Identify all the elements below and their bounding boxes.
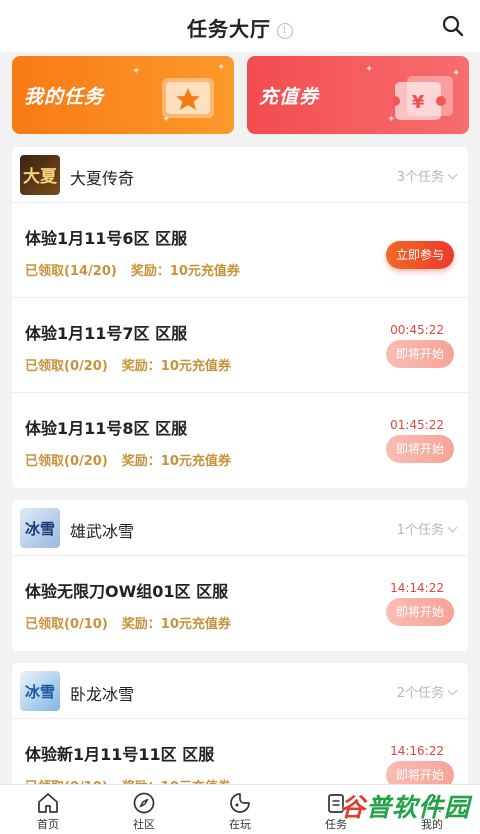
watermark-part2: 普软件园 xyxy=(365,793,470,822)
page-title-text: 任务大厅 xyxy=(187,17,271,41)
compass-icon xyxy=(133,792,155,814)
task-count-text: 2个任务 xyxy=(396,686,444,701)
task-name: 体验1月11号7区 区服 xyxy=(25,324,188,343)
game-name: 雄武冰雪 xyxy=(70,522,135,541)
task-count[interactable]: 2个任务 xyxy=(396,682,458,701)
claimed-count: 已领取(0/20) xyxy=(25,359,108,374)
game-logo: 大夏 xyxy=(20,155,60,195)
game-name: 卧龙冰雪 xyxy=(70,685,135,704)
site-watermark: 谷普软件园 xyxy=(340,788,470,824)
banner-row: ✦ ✦ ✦ 我的任务 ✦ ✦ ✦ 充值券 ¥ xyxy=(12,56,469,134)
countdown-timer: 14:16:22 xyxy=(390,744,444,758)
countdown-timer: 01:45:22 xyxy=(390,418,444,432)
task-meta: 已领取(0/10) 奖励：10元充值券 xyxy=(25,613,231,632)
task-name: 体验1月11号8区 区服 xyxy=(25,419,188,438)
coupon-banner[interactable]: ✦ ✦ ✦ 充值券 ¥ xyxy=(247,56,469,134)
task-count[interactable]: 3个任务 xyxy=(396,166,458,185)
task-meta: 已领取(0/20) 奖励：10元充值券 xyxy=(25,355,231,374)
task-reward: 奖励：10元充值券 xyxy=(121,359,231,374)
sparkle-icon: ✦ xyxy=(132,66,141,77)
task-name: 体验无限刀OW组01区 区服 xyxy=(25,582,229,601)
task-name: 体验新1月11号11区 区服 xyxy=(25,745,215,764)
task-meta: 已领取(0/20) 奖励：10元充值券 xyxy=(25,450,231,469)
task-item: 体验无限刀OW组01区 区服 已领取(0/10) 奖励：10元充值券 14:14:… xyxy=(12,556,468,651)
game-card: 大夏 大夏传奇 3个任务 体验1月11号6区 区服 已领取(14/20) 奖励：1… xyxy=(12,147,468,488)
svg-text:¥: ¥ xyxy=(412,92,425,113)
game-card-header[interactable]: 大夏 大夏传奇 3个任务 xyxy=(12,147,468,203)
game-logo-text: 冰雪 xyxy=(25,520,55,538)
claimed-count: 已领取(0/10) xyxy=(25,617,108,632)
game-card-header[interactable]: 冰雪 雄武冰雪 1个任务 xyxy=(12,500,468,556)
game-name: 大夏传奇 xyxy=(70,169,135,188)
game-logo-text: 大夏 xyxy=(23,166,58,187)
task-reward: 奖励：10元充值券 xyxy=(130,264,240,279)
coming-soon-button[interactable]: 即将开始 xyxy=(386,340,454,368)
chevron-down-icon xyxy=(447,169,458,180)
chevron-down-icon xyxy=(447,685,458,696)
chevron-down-icon xyxy=(447,522,458,533)
coming-soon-button[interactable]: 即将开始 xyxy=(386,598,454,626)
task-meta: 已领取(14/20) 奖励：10元充值券 xyxy=(25,260,240,279)
join-now-button[interactable]: 立即参与 xyxy=(386,241,454,269)
header: 任务大厅 i xyxy=(0,0,480,52)
tab-playing[interactable]: 在玩 xyxy=(210,789,270,832)
coming-soon-button[interactable]: 即将开始 xyxy=(386,435,454,463)
game-card: 冰雪 雄武冰雪 1个任务 体验无限刀OW组01区 区服 已领取(0/10) 奖励：… xyxy=(12,500,468,651)
game-logo: 冰雪 xyxy=(20,508,60,548)
task-count-text: 3个任务 xyxy=(396,170,444,185)
tab-label: 社区 xyxy=(133,818,155,831)
countdown-timer: 00:45:22 xyxy=(390,323,444,337)
page-title: 任务大厅 i xyxy=(0,13,480,42)
watermark-part1: 谷 xyxy=(339,793,366,822)
home-icon xyxy=(38,793,58,813)
search-icon[interactable] xyxy=(442,15,464,37)
coupon-label: 充值券 xyxy=(259,86,320,108)
claimed-count: 已领取(14/20) xyxy=(25,264,117,279)
my-tasks-banner[interactable]: ✦ ✦ ✦ 我的任务 xyxy=(12,56,234,134)
ticket-icon: ¥ xyxy=(393,76,453,120)
tab-community[interactable]: 社区 xyxy=(114,789,174,832)
game-logo-text: 冰雪 xyxy=(25,683,55,701)
gamepad-icon xyxy=(230,793,250,813)
claimed-count: 已领取(0/20) xyxy=(25,454,108,469)
task-name: 体验1月11号6区 区服 xyxy=(25,229,188,248)
task-item: 体验1月11号6区 区服 已领取(14/20) 奖励：10元充值券 立即参与 xyxy=(12,203,468,298)
star-box-icon xyxy=(162,78,214,118)
game-logo: 冰雪 xyxy=(20,671,60,711)
task-count[interactable]: 1个任务 xyxy=(396,519,458,538)
task-reward: 奖励：10元充值券 xyxy=(121,617,231,632)
game-card-header[interactable]: 冰雪 卧龙冰雪 2个任务 xyxy=(12,663,468,719)
bottom-tab-bar: 首页 社区 在玩 任务 我的 谷普软件园 xyxy=(0,784,480,834)
task-item: 体验1月11号8区 区服 已领取(0/20) 奖励：10元充值券 01:45:22… xyxy=(12,393,468,488)
info-icon[interactable]: i xyxy=(277,23,293,39)
task-reward: 奖励：10元充值券 xyxy=(121,454,231,469)
sparkle-icon: ✦ xyxy=(365,64,374,75)
countdown-timer: 14:14:22 xyxy=(390,581,444,595)
tab-home[interactable]: 首页 xyxy=(18,789,78,832)
my-tasks-label: 我的任务 xyxy=(24,86,105,108)
task-count-text: 1个任务 xyxy=(396,523,444,538)
tab-label: 在玩 xyxy=(229,818,251,831)
task-item: 体验1月11号7区 区服 已领取(0/20) 奖励：10元充值券 00:45:22… xyxy=(12,298,468,393)
tab-label: 首页 xyxy=(37,818,59,831)
